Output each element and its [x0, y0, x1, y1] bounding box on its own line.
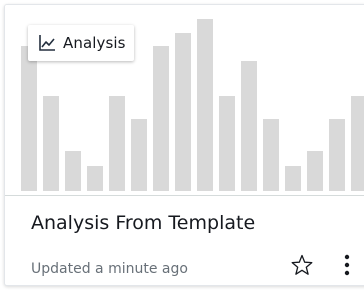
thumbnail-bar — [351, 96, 364, 191]
updated-timestamp: Updated a minute ago — [31, 261, 188, 277]
line-chart-icon — [37, 33, 57, 53]
more-actions-button[interactable] — [337, 253, 357, 281]
thumbnail-bar — [43, 96, 59, 191]
thumbnail-bar — [109, 96, 125, 191]
thumbnail-bar — [263, 119, 279, 191]
asset-type-badge: Analysis — [28, 25, 134, 61]
thumbnail-bar — [241, 61, 257, 191]
analysis-card[interactable]: Analysis Analysis From Template Updated … — [4, 4, 364, 286]
thumbnail-bar — [285, 166, 301, 191]
card-divider — [5, 195, 364, 196]
thumbnail-bar — [21, 46, 37, 191]
analysis-title[interactable]: Analysis From Template — [31, 212, 255, 234]
thumbnail-bar — [307, 151, 323, 191]
thumbnail-bar — [153, 46, 169, 191]
thumbnail-bar — [219, 96, 235, 191]
asset-type-label: Analysis — [63, 34, 126, 52]
thumbnail-bar — [197, 19, 213, 191]
vertical-ellipsis-icon — [344, 254, 350, 280]
thumbnail-bar — [175, 33, 191, 191]
thumbnail-bar — [65, 151, 81, 191]
thumbnail-bar — [329, 119, 345, 191]
star-icon — [290, 253, 314, 281]
favorite-button[interactable] — [288, 253, 316, 281]
thumbnail-bar — [131, 119, 147, 191]
thumbnail-bar — [87, 166, 103, 191]
